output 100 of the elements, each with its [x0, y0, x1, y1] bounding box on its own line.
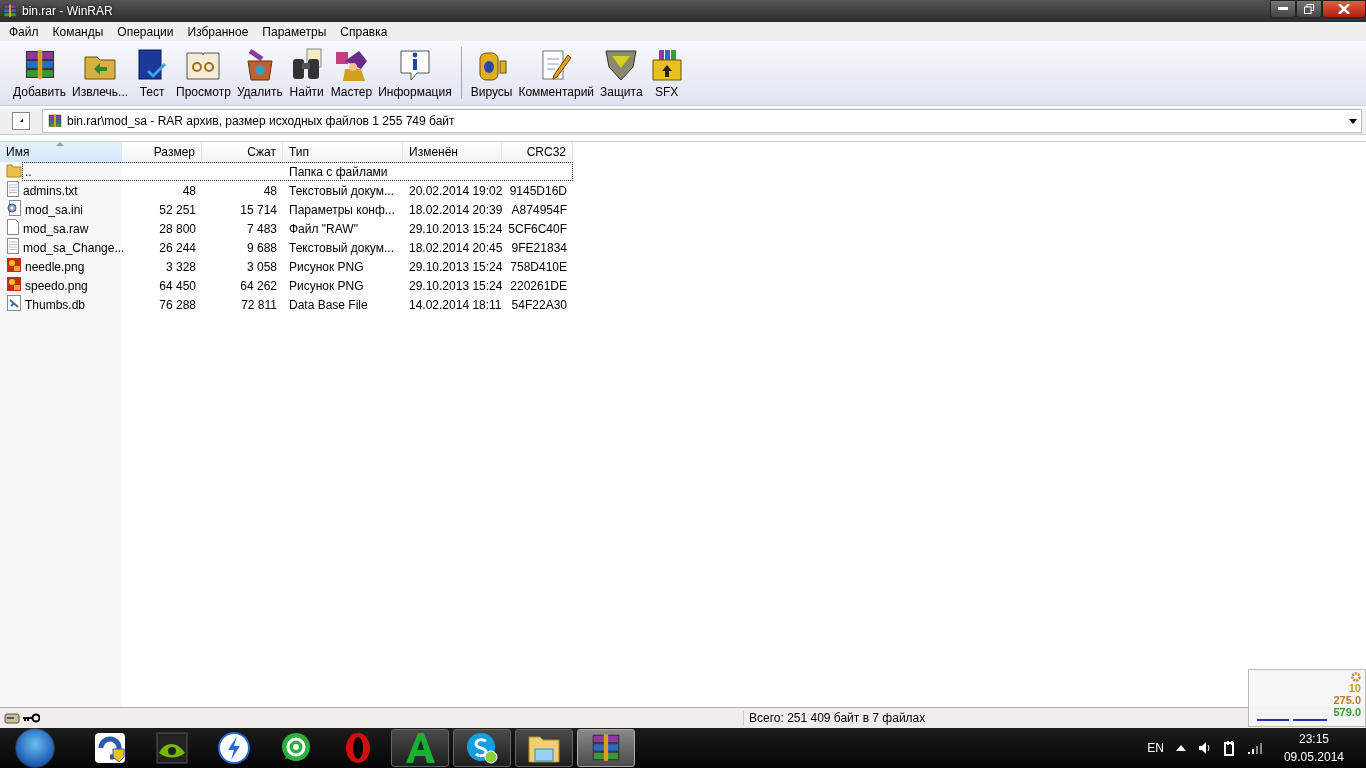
modified-date: 29.10.2013 15:24 [409, 278, 503, 293]
packed-size: 3 058 [246, 259, 277, 274]
toolbar-button[interactable]: Просмотр [173, 45, 234, 101]
books-stack-icon [47, 113, 63, 129]
packed-size: 48 [263, 183, 277, 198]
crc-value: 54F22A30 [511, 297, 567, 312]
modified-date: 29.10.2013 15:24 [409, 259, 503, 274]
books-stack-icon [2, 3, 18, 19]
file-type: Текстовый докум... [289, 240, 394, 255]
column-header[interactable]: Тип [283, 142, 403, 162]
crc-value: 220261DE [510, 278, 567, 293]
toolbar-button[interactable]: Вирусы [467, 45, 516, 101]
column-header[interactable]: Имя [0, 142, 122, 162]
key-icon [22, 713, 40, 723]
toolbar-button[interactable]: Защита [597, 45, 646, 101]
text-document-icon [6, 238, 20, 254]
file-size: 52 251 [159, 202, 196, 217]
file-type: Рисунок PNG [289, 259, 364, 274]
chat-s-app-icon[interactable] [465, 731, 499, 765]
gear-document-icon [6, 200, 22, 216]
column-header[interactable]: Изменён [403, 142, 502, 162]
gadget-reading: 10 [1348, 682, 1361, 694]
column-header[interactable]: Сжат [202, 142, 283, 162]
file-type: Параметры конф... [289, 202, 395, 217]
file-name[interactable]: Thumbs.db [25, 297, 86, 312]
shield-app-icon[interactable] [93, 731, 127, 765]
toolbar-button[interactable]: Добавить [10, 45, 70, 101]
column-header[interactable]: CRC32 [502, 142, 573, 162]
crc-value: A874954F [511, 202, 567, 217]
eye-swirl-app-icon[interactable] [155, 731, 189, 765]
file-type: Data Base File [289, 297, 368, 312]
power-plug-icon[interactable] [1223, 740, 1236, 756]
file-size: 26 244 [159, 240, 196, 255]
minimize-icon [1278, 7, 1288, 11]
file-size: 3 328 [165, 259, 196, 274]
taskbar-button[interactable] [453, 729, 511, 767]
dropdown-caret-icon [1349, 118, 1357, 124]
file-name[interactable]: .. [25, 164, 32, 179]
file-name[interactable]: mod_sa.raw [23, 221, 89, 236]
window-title: bin.rar - WinRAR [22, 4, 113, 18]
toolbar-button[interactable]: Тест [131, 45, 174, 101]
taskbar-button[interactable] [391, 729, 449, 767]
packed-size: 9 688 [246, 240, 277, 255]
file-size: 28 800 [159, 221, 196, 236]
text-document-icon [6, 181, 20, 197]
file-type: Папка с файлами [289, 164, 388, 179]
modified-date: 29.10.2013 15:24 [409, 221, 503, 236]
crc-value: 9FE21834 [511, 240, 567, 255]
letter-a-app-icon[interactable] [403, 731, 437, 765]
menu-item[interactable]: Команды [45, 24, 111, 39]
menu-item[interactable]: Операции [110, 24, 181, 39]
file-size: 64 450 [159, 278, 196, 293]
blank-document-icon [6, 219, 20, 235]
minimize-button[interactable] [1270, 0, 1296, 18]
clock-date: 09.05.2014 [1283, 750, 1344, 764]
speaker-icon[interactable] [1197, 741, 1212, 755]
file-name[interactable]: mod_sa_Change... [23, 240, 125, 255]
toolbar-button[interactable]: Комментарий [515, 45, 598, 101]
up-folder-button[interactable] [12, 112, 30, 130]
modified-date: 14.02.2014 18:11 [409, 297, 502, 312]
start-button[interactable] [15, 728, 55, 768]
crc-value: 758D410E [510, 259, 567, 274]
gadget-reading: 275.0 [1333, 694, 1361, 706]
file-name[interactable]: speedo.png [25, 278, 88, 293]
file-type: Текстовый докум... [289, 183, 394, 198]
toolbar-button[interactable]: Извлечь... [69, 45, 132, 101]
file-type: Рисунок PNG [289, 278, 364, 293]
menu-item[interactable]: Избранное [180, 24, 256, 39]
language-indicator[interactable]: EN [1147, 741, 1164, 755]
tray-expand-icon[interactable] [1175, 745, 1186, 751]
menu-item[interactable]: Файл [2, 24, 46, 39]
picture-icon [6, 276, 22, 292]
clock-time: 23:15 [1298, 732, 1329, 746]
menu-item[interactable]: Справка [333, 24, 395, 39]
close-icon [1338, 4, 1350, 14]
status-summary: Всего: 251 409 байт в 7 файлах [743, 711, 926, 725]
restore-button[interactable] [1296, 0, 1322, 18]
shield-icon [603, 47, 640, 83]
file-name[interactable]: admins.txt [23, 183, 78, 198]
toolbar-button[interactable]: Удалить [233, 45, 286, 101]
column-header[interactable]: Размер [122, 142, 202, 162]
toolbar-button[interactable]: Найти [285, 45, 328, 101]
toolbar-button[interactable]: Мастер [327, 45, 376, 101]
toolbar-button[interactable]: SFX [645, 45, 688, 101]
taskbar-button[interactable] [515, 729, 573, 767]
file-type: Файл "RAW" [289, 221, 358, 236]
lightning-app-icon[interactable] [217, 731, 251, 765]
file-name[interactable]: needle.png [25, 259, 85, 274]
signal-bars-icon[interactable] [1247, 742, 1264, 754]
address-bar[interactable]: bin.rar\mod_sa - RAR архив, размер исходных файлов 1 255 749 байт [42, 109, 1362, 133]
menu-item[interactable]: Параметры [255, 24, 334, 39]
gadget-reading: 579.0 [1333, 706, 1361, 718]
packed-size: 72 811 [241, 297, 277, 312]
restore-icon [1304, 4, 1314, 14]
crc-value: 9145D16D [509, 183, 567, 198]
modified-date: 18.02.2014 20:39 [409, 202, 503, 217]
toolbar-button[interactable]: Информация [375, 45, 455, 101]
file-name[interactable]: mod_sa.ini [25, 202, 84, 217]
close-button[interactable] [1322, 0, 1366, 18]
modified-date: 20.02.2014 19:02 [409, 183, 503, 198]
